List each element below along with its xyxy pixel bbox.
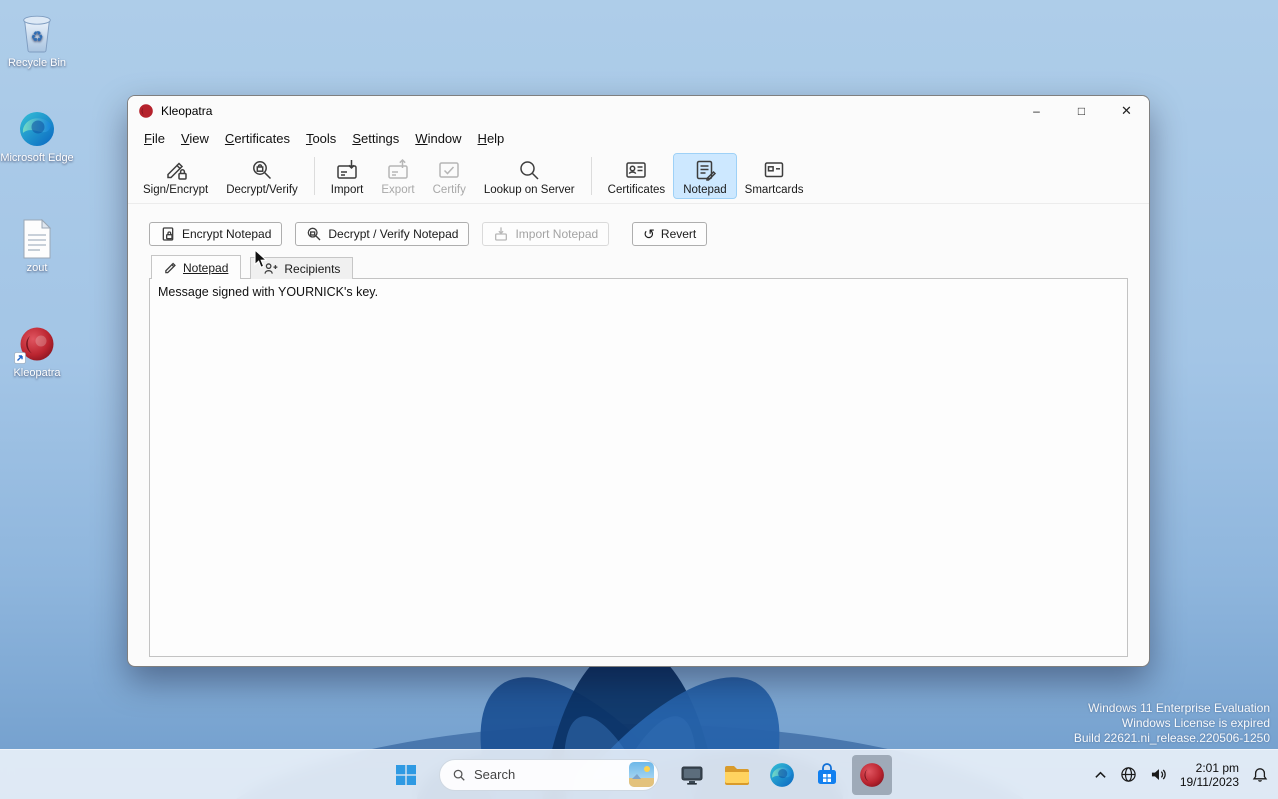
main-toolbar: Sign/Encrypt Decrypt/Verify Import Expor…: [128, 151, 1149, 204]
export-icon: [388, 158, 408, 179]
kleopatra-window: Kleopatra – □ ✕ File View Certificates T…: [127, 95, 1150, 667]
menu-settings[interactable]: Settings: [344, 128, 407, 149]
person-plus-icon: [264, 263, 278, 274]
id-card-icon: [626, 162, 647, 178]
taskbar-microsoft-store[interactable]: [807, 755, 847, 795]
toolbar-separator: [313, 157, 315, 195]
lookup-on-server-button[interactable]: Lookup on Server: [475, 154, 584, 198]
document-icon: [0, 215, 74, 259]
editor-text: Message signed with YOURNICK's key.: [158, 285, 379, 299]
edge-icon: [0, 105, 74, 149]
taskbar-clock[interactable]: 2:01 pm 19/11/2023: [1180, 761, 1239, 789]
taskbar-app-monitor[interactable]: [672, 755, 712, 795]
notepad-action-bar: Encrypt Notepad Decrypt / Verify Notepad…: [149, 222, 1128, 246]
smartcard-icon: [764, 162, 784, 178]
search-placeholder: Search: [474, 767, 516, 782]
search-icon: [520, 161, 539, 180]
watermark-line: Windows License is expired: [1121, 716, 1270, 730]
encrypt-icon: [162, 227, 174, 241]
titlebar-drag-area[interactable]: [212, 96, 1014, 126]
svg-text:♻: ♻: [31, 30, 44, 46]
notepad-view: Encrypt Notepad Decrypt / Verify Notepad…: [128, 222, 1149, 657]
pen-lock-icon: [166, 162, 187, 180]
certify-icon: [439, 162, 459, 178]
smartcards-button[interactable]: Smartcards: [736, 154, 813, 198]
monitor-icon: [681, 766, 703, 785]
notepad-button[interactable]: Notepad: [673, 153, 737, 199]
sign-encrypt-button[interactable]: Sign/Encrypt: [134, 154, 217, 198]
search-icon: [453, 769, 465, 781]
shortcut-arrow-icon: [14, 352, 26, 364]
notepad-editor[interactable]: Message signed with YOURNICK's key.: [149, 278, 1128, 657]
desktop-icon-microsoft-edge[interactable]: Microsoft Edge: [0, 105, 74, 165]
magnifier-lock-icon: [308, 227, 321, 241]
desktop-icon-recycle-bin[interactable]: ♻ Recycle Bin: [0, 10, 74, 70]
store-bag-icon: [818, 762, 836, 784]
close-button[interactable]: ✕: [1104, 96, 1149, 126]
toolbar-separator: [590, 157, 592, 195]
menu-certificates[interactable]: Certificates: [217, 128, 298, 149]
watermark-line: Windows 11 Enterprise Evaluation: [1088, 701, 1270, 715]
start-button[interactable]: [386, 755, 426, 795]
watermark-line: Build 22621.ni_release.220506-1250: [1073, 731, 1270, 745]
windows-logo-icon: [396, 764, 416, 785]
clock-date: 19/11/2023: [1179, 774, 1239, 789]
decrypt-verify-notepad-button[interactable]: Decrypt / Verify Notepad: [295, 222, 470, 246]
desktop-icon-kleopatra[interactable]: Kleopatra: [0, 320, 74, 380]
network-icon[interactable]: [1120, 766, 1137, 783]
certify-button[interactable]: Certify: [424, 154, 475, 198]
clock-time: 2:01 pm: [1195, 760, 1239, 775]
notepad-tabs: Notepad Recipients: [151, 255, 1128, 279]
tab-recipients[interactable]: Recipients: [250, 257, 354, 279]
tray-chevron-up-icon[interactable]: [1094, 770, 1107, 780]
decrypt-verify-button[interactable]: Decrypt/Verify: [217, 154, 307, 198]
import-icon: [495, 227, 508, 241]
tab-notepad[interactable]: Notepad: [151, 255, 242, 279]
menu-window[interactable]: Window: [407, 128, 469, 149]
taskbar-search[interactable]: Search: [439, 758, 659, 791]
import-notepad-button[interactable]: Import Notepad: [482, 222, 610, 246]
export-button[interactable]: Export: [372, 154, 423, 198]
import-icon: [337, 160, 357, 179]
pencil-icon: [165, 262, 176, 274]
desktop-icon-label: Recycle Bin: [7, 57, 67, 69]
taskbar-edge[interactable]: [762, 755, 802, 795]
desktop-icon-zout[interactable]: zout: [0, 215, 74, 275]
undo-icon: ↺: [643, 226, 655, 242]
recycle-bin-icon: ♻: [0, 10, 74, 54]
kleopatra-icon: [860, 762, 884, 787]
desktop-icon-label: zout: [26, 262, 48, 274]
notification-bell-icon[interactable]: [1252, 767, 1268, 783]
menu-view[interactable]: View: [173, 128, 217, 149]
certificates-button[interactable]: Certificates: [599, 154, 675, 198]
search-highlight-image[interactable]: [629, 762, 654, 787]
window-title: Kleopatra: [161, 104, 213, 118]
notepad-icon: [696, 160, 716, 181]
menu-tools[interactable]: Tools: [298, 128, 344, 149]
desktop-icon-label: Kleopatra: [13, 367, 61, 379]
revert-button[interactable]: ↺ Revert: [632, 222, 708, 246]
windows-watermark: Windows 11 Enterprise Evaluation Windows…: [1074, 701, 1270, 746]
folder-icon: [725, 765, 749, 785]
menu-bar: File View Certificates Tools Settings Wi…: [128, 126, 1149, 151]
desktop-icon-label: Microsoft Edge: [0, 152, 74, 164]
kleopatra-titlebar-icon: [138, 103, 154, 119]
minimize-button[interactable]: –: [1014, 96, 1059, 126]
encrypt-notepad-button[interactable]: Encrypt Notepad: [149, 222, 283, 246]
volume-icon[interactable]: [1150, 767, 1167, 782]
menu-file[interactable]: File: [136, 128, 173, 149]
taskbar-kleopatra[interactable]: [852, 754, 892, 795]
taskbar-file-explorer[interactable]: [717, 755, 757, 795]
title-bar[interactable]: Kleopatra – □ ✕: [128, 96, 1149, 126]
kleopatra-icon: [0, 320, 74, 364]
taskbar: Search 2:01 pm 19/11/2023: [0, 749, 1278, 799]
menu-help[interactable]: Help: [470, 128, 513, 149]
maximize-button[interactable]: □: [1059, 96, 1104, 126]
edge-icon: [770, 762, 794, 787]
import-button[interactable]: Import: [322, 154, 373, 198]
magnifier-lock-icon: [253, 161, 272, 180]
